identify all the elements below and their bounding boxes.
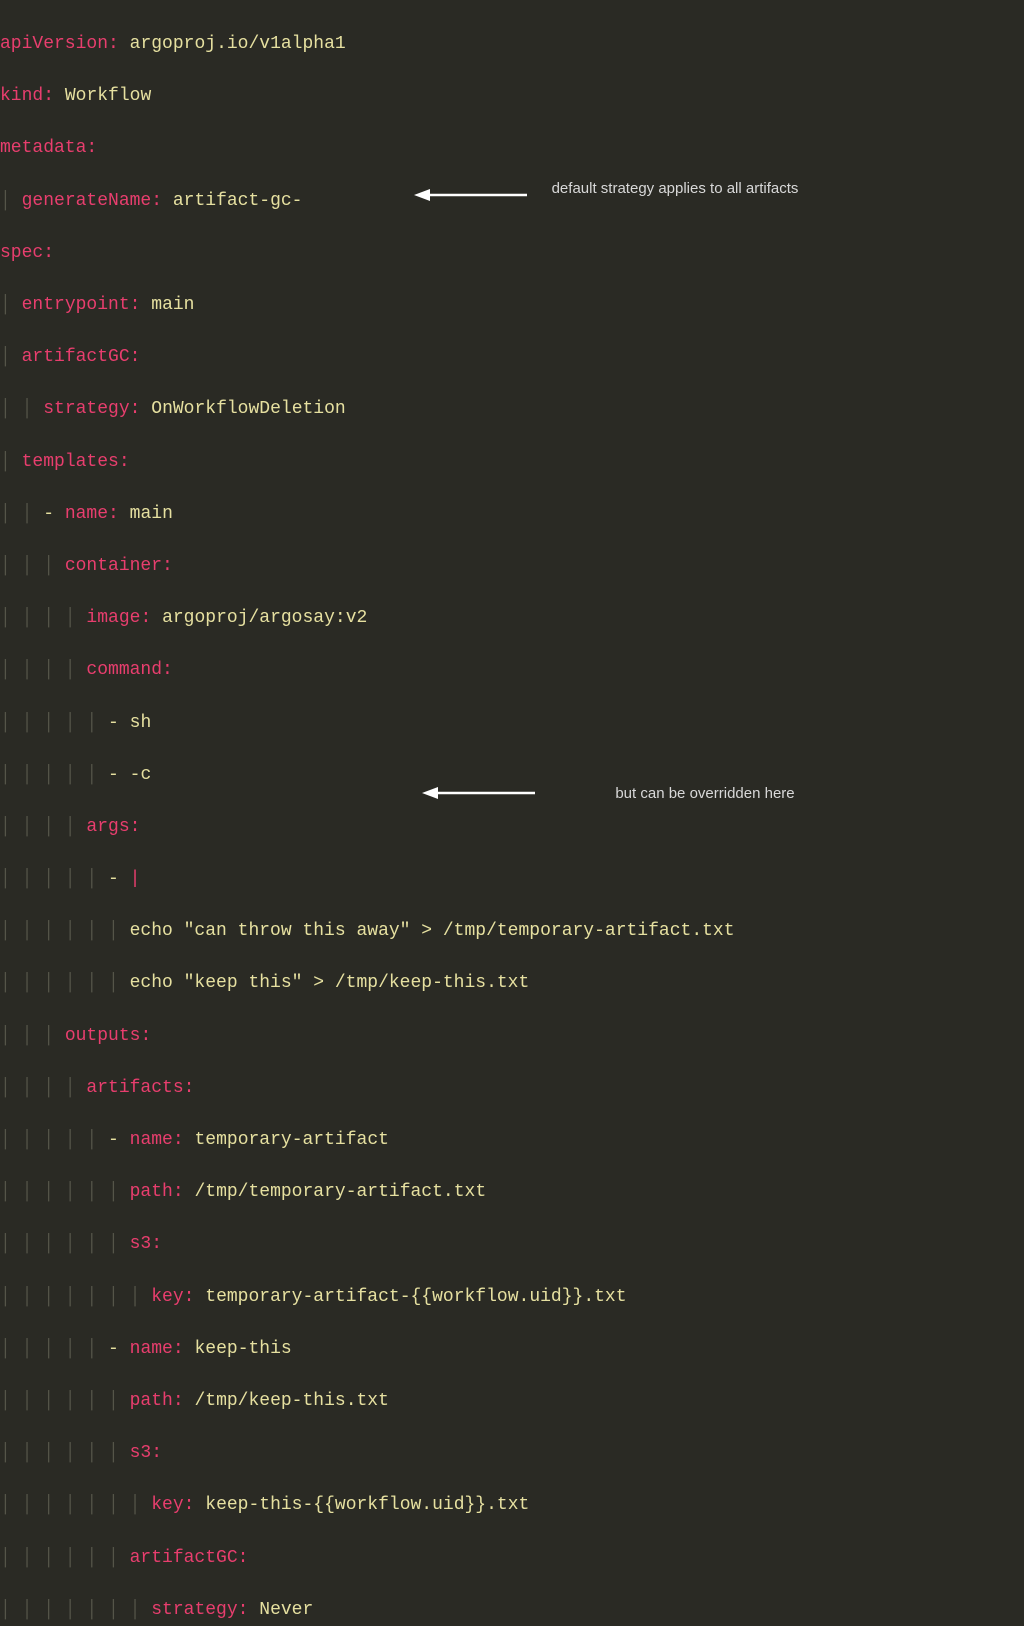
annotation-text: default strategy applies to all artifact… xyxy=(545,180,805,198)
code-line: │ │ │ │ │ - name: temporary-artifact xyxy=(0,1127,1024,1153)
code-line: │ │ │ │ │ │ artifactGC: xyxy=(0,1545,1024,1571)
code-line: │ entrypoint: main xyxy=(0,292,1024,318)
arrow-icon xyxy=(412,185,532,205)
code-line: │ │ │ │ │ │ echo "can throw this away" >… xyxy=(0,918,1024,944)
code-line: │ │ │ │ │ │ │ key: keep-this-{{workflow.… xyxy=(0,1492,1024,1518)
code-line: spec: xyxy=(0,240,1024,266)
code-line: │ │ │ │ │ │ echo "keep this" > /tmp/keep… xyxy=(0,970,1024,996)
code-line: │ │ │ │ │ │ s3: xyxy=(0,1440,1024,1466)
code-line: metadata: xyxy=(0,135,1024,161)
yaml-code-block: apiVersion: argoproj.io/v1alpha1 kind: W… xyxy=(0,5,1024,1626)
code-line: │ │ - name: main xyxy=(0,501,1024,527)
code-line: │ │ strategy: OnWorkflowDeletion xyxy=(0,396,1024,422)
code-line: │ │ │ │ │ │ s3: xyxy=(0,1231,1024,1257)
code-line: │ │ │ │ command: xyxy=(0,657,1024,683)
code-line: │ │ │ │ │ - sh xyxy=(0,710,1024,736)
code-line: apiVersion: argoproj.io/v1alpha1 xyxy=(0,31,1024,57)
code-line: │ │ │ container: xyxy=(0,553,1024,579)
code-line: │ templates: xyxy=(0,449,1024,475)
code-line: │ │ │ │ args: xyxy=(0,814,1024,840)
code-line: │ │ │ outputs: xyxy=(0,1023,1024,1049)
annotation-text: but can be overridden here xyxy=(580,785,830,803)
code-line: │ │ │ │ │ │ path: /tmp/temporary-artifac… xyxy=(0,1179,1024,1205)
code-line: │ │ │ │ │ - | xyxy=(0,866,1024,892)
arrow-icon xyxy=(420,783,540,803)
code-line: │ │ │ │ │ - name: keep-this xyxy=(0,1336,1024,1362)
code-line: │ │ │ │ │ │ path: /tmp/keep-this.txt xyxy=(0,1388,1024,1414)
code-line: │ │ │ │ image: argoproj/argosay:v2 xyxy=(0,605,1024,631)
code-line: │ artifactGC: xyxy=(0,344,1024,370)
code-line: kind: Workflow xyxy=(0,83,1024,109)
code-line: │ │ │ │ artifacts: xyxy=(0,1075,1024,1101)
code-line: │ │ │ │ │ │ │ strategy: Never xyxy=(0,1597,1024,1623)
code-line: │ │ │ │ │ │ │ key: temporary-artifact-{{… xyxy=(0,1284,1024,1310)
